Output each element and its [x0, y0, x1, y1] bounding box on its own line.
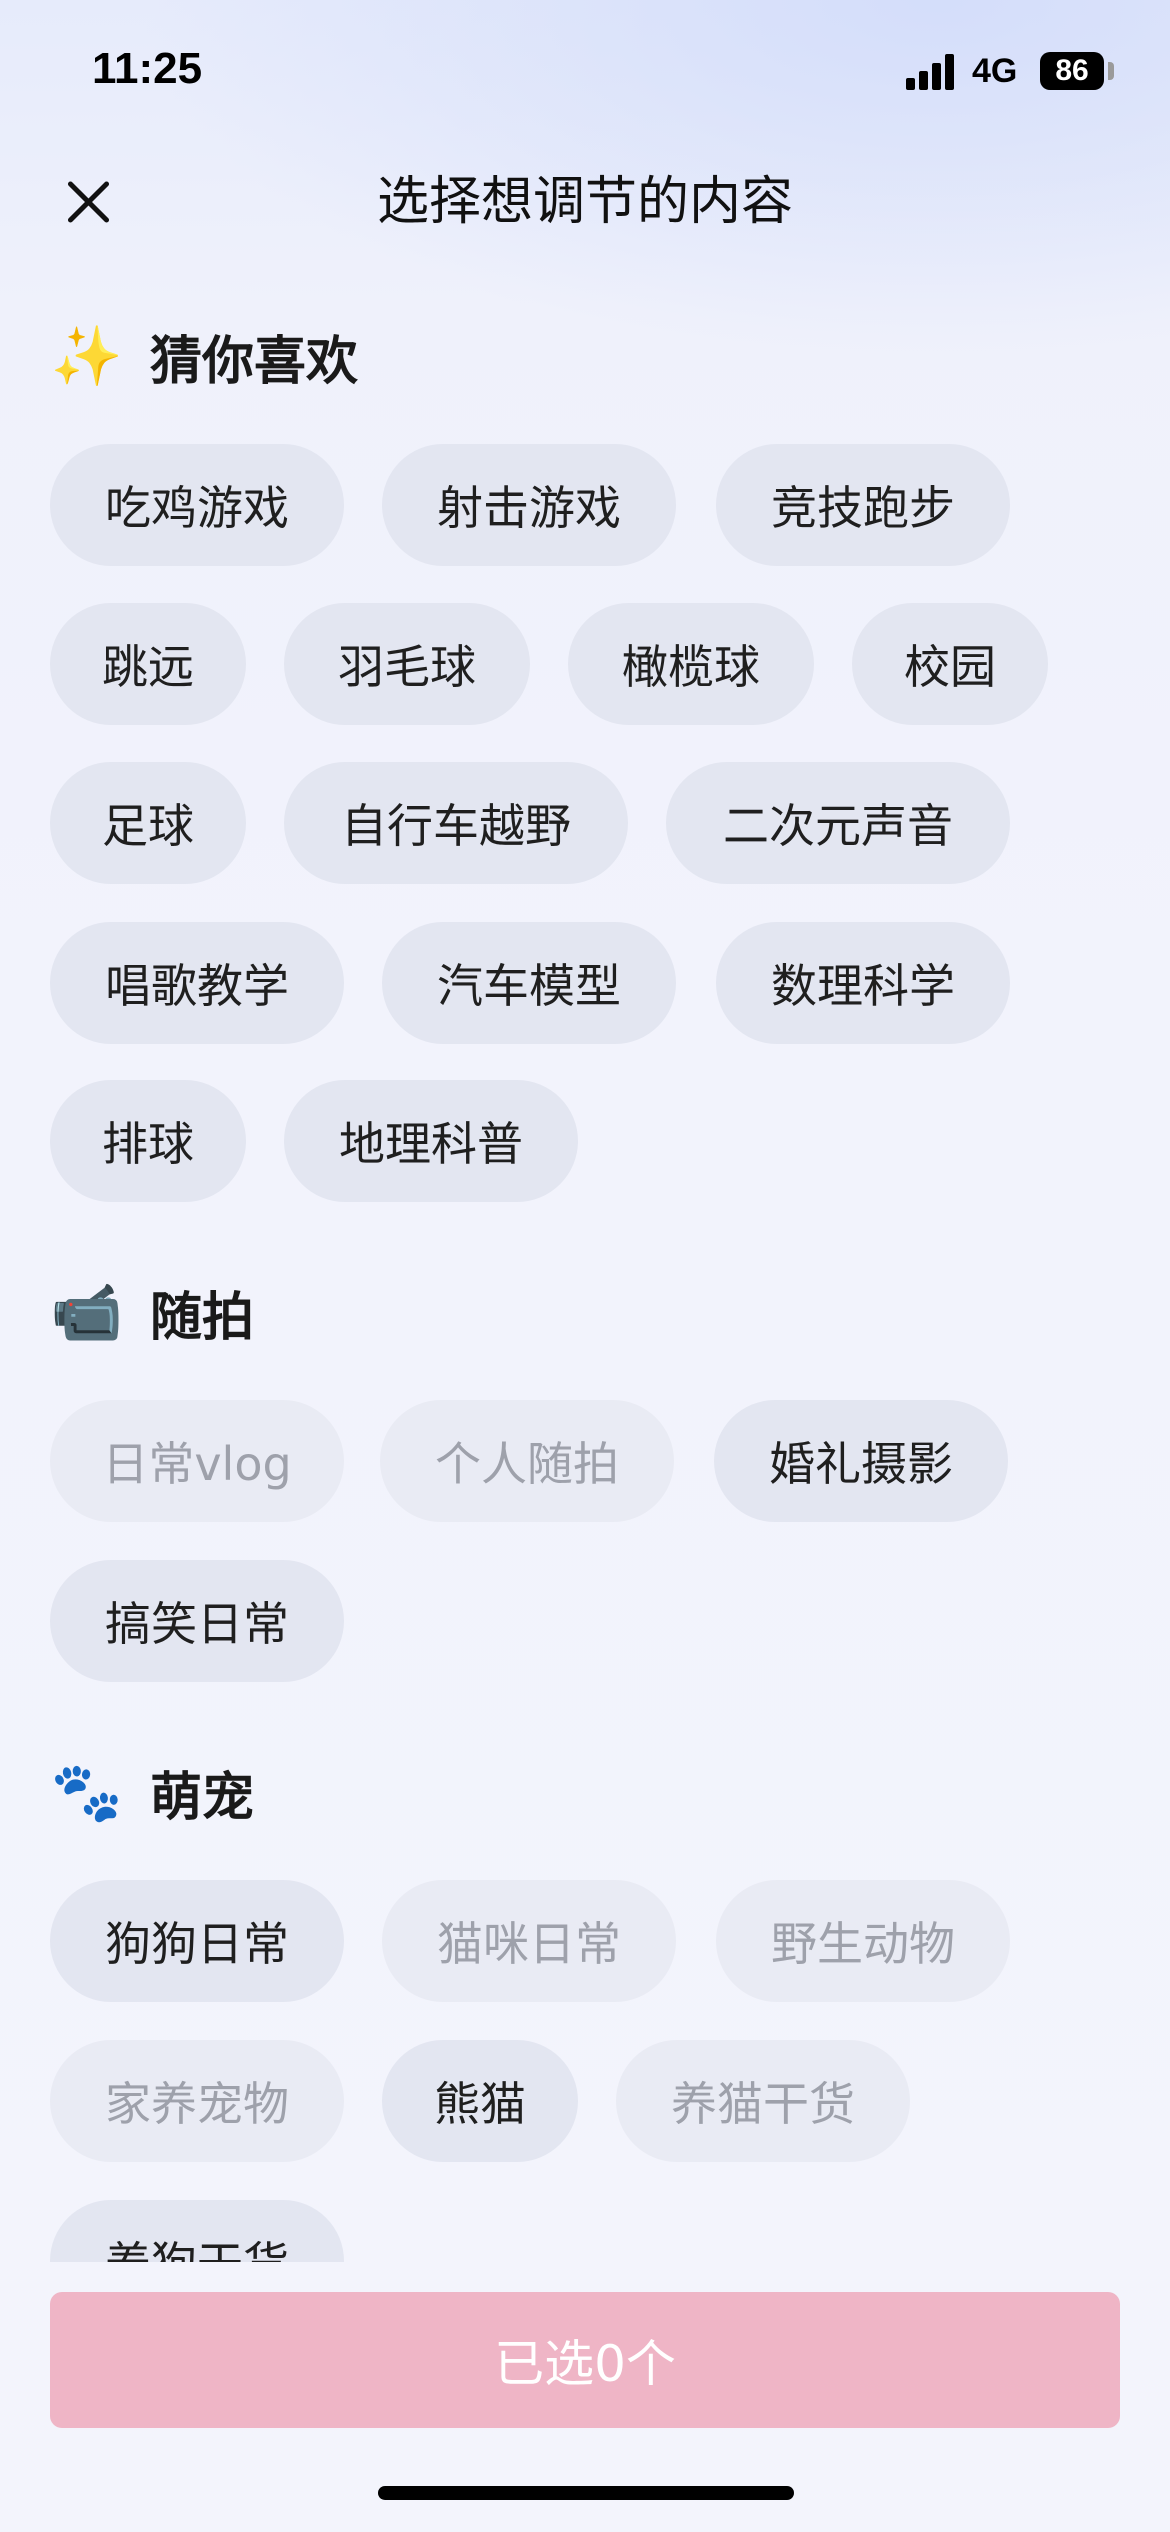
battery-icon: 86: [1040, 52, 1104, 90]
chip-tag[interactable]: 吃鸡游戏: [50, 444, 344, 566]
chip-tag[interactable]: 射击游戏: [382, 444, 676, 566]
chip-tag[interactable]: 橄榄球: [568, 603, 814, 725]
chip-tag[interactable]: 婚礼摄影: [714, 1400, 1008, 1522]
chip-tag[interactable]: 校园: [852, 603, 1048, 725]
chip-tag-disabled: 养猫干货: [616, 2040, 910, 2162]
chip-tag-disabled: 家养宠物: [50, 2040, 344, 2162]
network-type: 4G: [972, 52, 1018, 90]
section-title: 萌宠: [150, 1767, 255, 1828]
home-indicator: [378, 2486, 794, 2500]
chip-tag[interactable]: 养狗干货: [50, 2200, 344, 2262]
battery-tip: [1108, 62, 1114, 80]
chip-tag[interactable]: 排球: [50, 1080, 246, 1202]
chip-tag[interactable]: 熊猫: [382, 2040, 578, 2162]
chip-tag[interactable]: 狗狗日常: [50, 1880, 344, 2002]
video-camera-icon: 📹: [50, 1278, 124, 1346]
status-bar: 11:25 4G 86: [0, 0, 1170, 150]
chip-tag[interactable]: 汽车模型: [382, 922, 676, 1044]
chip-tag[interactable]: 羽毛球: [284, 603, 530, 725]
page-title: 选择想调节的内容: [376, 172, 793, 232]
cellular-signal-icon: [906, 54, 958, 90]
section-title: 随拍: [150, 1287, 255, 1348]
status-time: 11:25: [92, 44, 203, 93]
section-header-pets: 🐾 萌宠: [50, 1754, 254, 1830]
chip-tag-disabled: 野生动物: [716, 1880, 1010, 2002]
chip-tag[interactable]: 竞技跑步: [716, 444, 1010, 566]
chip-tag[interactable]: 跳远: [50, 603, 246, 725]
chip-tag-disabled: 个人随拍: [380, 1400, 674, 1522]
confirm-button[interactable]: 已选0个: [50, 2292, 1120, 2428]
chip-tag[interactable]: 唱歌教学: [50, 922, 344, 1044]
section-title: 猜你喜欢: [150, 331, 359, 392]
chip-tag[interactable]: 自行车越野: [284, 762, 628, 884]
content-scroll[interactable]: ✨ 猜你喜欢 吃鸡游戏 射击游戏 竞技跑步 跳远 羽毛球 橄榄球 校园 足球 自…: [0, 300, 1170, 2262]
chip-tag[interactable]: 地理科普: [284, 1080, 578, 1202]
chip-tag-disabled: 日常vlog: [50, 1400, 344, 1522]
chip-tag[interactable]: 数理科学: [716, 922, 1010, 1044]
chip-tag[interactable]: 搞笑日常: [50, 1560, 344, 1682]
section-header-recommend: ✨ 猜你喜欢: [50, 318, 358, 394]
chip-tag[interactable]: 二次元声音: [666, 762, 1010, 884]
chip-tag-disabled: 猫咪日常: [382, 1880, 676, 2002]
sparkles-icon: ✨: [50, 322, 124, 390]
chip-tag[interactable]: 足球: [50, 762, 246, 884]
paw-icon: 🐾: [50, 1758, 124, 1826]
section-header-casual-shoot: 📹 随拍: [50, 1274, 254, 1350]
